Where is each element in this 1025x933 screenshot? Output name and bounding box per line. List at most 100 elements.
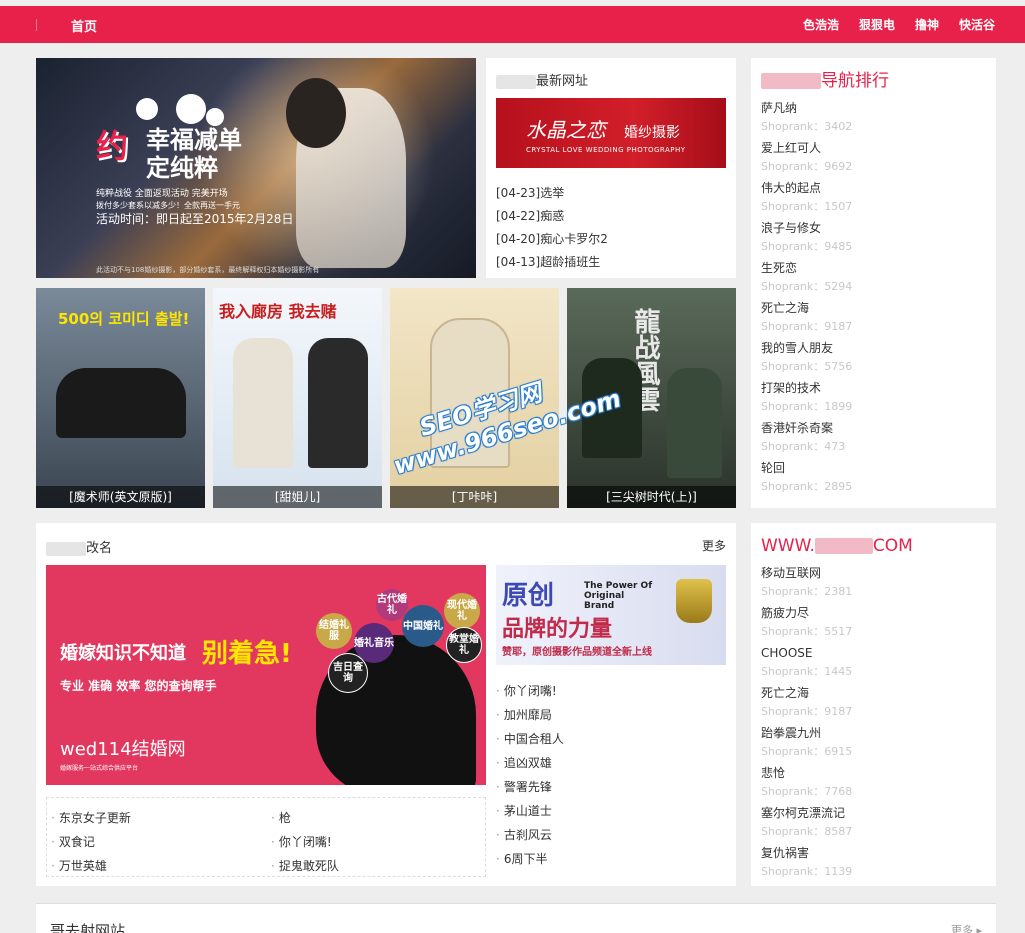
- movie-poster[interactable]: 500의 코미디 출발! [魔术师(英文原版)]: [36, 288, 205, 508]
- banner-logo: 水晶之恋: [526, 118, 606, 142]
- poster-text: 我入廊房 我去赌: [219, 302, 337, 321]
- hero-title-line2: 定纯粹: [146, 154, 218, 182]
- nav-link[interactable]: 撸神: [915, 16, 939, 33]
- hero-title-yue: 约: [96, 127, 129, 165]
- more-link[interactable]: 更多: [702, 537, 726, 554]
- list-column: · 东京女子更新 · 双食记 · 万世英雄: [51, 806, 131, 878]
- list-item[interactable]: · 东京女子更新: [51, 806, 131, 830]
- news-item[interactable]: [04-22]痴惑: [496, 205, 726, 228]
- section-title: 哥去射网站: [50, 922, 126, 933]
- list-item[interactable]: · 你丫闭嘴!: [271, 830, 339, 854]
- panel-title-suffix: COM: [872, 536, 913, 556]
- rank-item-score: Shoprank：9187: [761, 320, 853, 333]
- rank-item-name[interactable]: CHOOSE: [761, 643, 986, 663]
- hero-footnote: 此活动不与108婚纱摄影，部分婚纱套系，最终解释权归本婚纱摄影所有: [96, 266, 320, 274]
- rank-item: 我的雪人朋友 Shoprank：5756: [761, 338, 986, 378]
- rank-item: CHOOSE Shoprank：1445: [761, 643, 986, 683]
- panel-title-text: 导航排行: [821, 71, 889, 91]
- rank-item: 跆拳震九州 Shoprank：6915: [761, 723, 986, 763]
- hero-bubble: [176, 94, 206, 124]
- poster-figure: [308, 338, 368, 468]
- rank-item-name[interactable]: 复仇祸害: [761, 843, 986, 863]
- rank-item-name[interactable]: 筋疲力尽: [761, 603, 986, 623]
- rank-item-score: Shoprank：6915: [761, 745, 853, 758]
- rank-item-name[interactable]: 轮回: [761, 458, 986, 478]
- nav-separator: [36, 19, 37, 31]
- news-item[interactable]: [04-20]痴心卡罗尔2: [496, 228, 726, 251]
- hero-banner[interactable]: 约 幸福减单 定纯粹 纯粹战役 全面返现活动 完美开场 拨付多少套系以减多少！全…: [36, 58, 476, 278]
- rank-item-name[interactable]: 萨凡纳: [761, 98, 986, 118]
- rank-item-score: Shoprank：5294: [761, 280, 853, 293]
- rank-item-name[interactable]: 跆拳震九州: [761, 723, 986, 743]
- list-item[interactable]: · 古刹风云: [496, 823, 564, 847]
- rank-item-score: Shoprank：9187: [761, 705, 853, 718]
- list-item[interactable]: · 枪: [271, 806, 339, 830]
- ad-logo: wed114结婚网 婚嫁服务一站式综合供应平台: [60, 735, 186, 772]
- nav-rank-panel: 导航排行 萨凡纳 Shoprank：3402 爱上红可人 Shoprank：9692…: [751, 58, 996, 508]
- poster-figure: [667, 368, 722, 478]
- wedding-photo-banner[interactable]: 水晶之恋 婚纱摄影 CRYSTAL LOVE WEDDING PHOTOGRAP…: [496, 98, 726, 168]
- nav-link[interactable]: 快活谷: [959, 16, 995, 33]
- rank-item-score: Shoprank：1139: [761, 865, 853, 878]
- ad-subtitle: 品牌的力量: [502, 617, 613, 642]
- latest-url-panel: 最新网址 水晶之恋 婚纱摄影 CRYSTAL LOVE WEDDING PHOT…: [486, 58, 736, 278]
- rank-item-name[interactable]: 塞尔柯克漂流记: [761, 803, 986, 823]
- nav-link[interactable]: 狠狠电: [859, 16, 895, 33]
- rank-item-name[interactable]: 我的雪人朋友: [761, 338, 986, 358]
- list-column: · 枪 · 你丫闭嘴! · 捉鬼敢死队: [271, 806, 339, 878]
- rank-item-score: Shoprank：5756: [761, 360, 853, 373]
- list-item[interactable]: · 加州靡局: [496, 703, 564, 727]
- list-item[interactable]: · 双食记: [51, 830, 131, 854]
- redacted-text: [814, 538, 873, 554]
- rank-item-name[interactable]: 爱上红可人: [761, 138, 986, 158]
- list-item[interactable]: · 追凶双雄: [496, 751, 564, 775]
- nav-home-link[interactable]: 首页: [71, 16, 97, 35]
- news-item[interactable]: [04-13]超龄插班生: [496, 251, 726, 274]
- list-item[interactable]: · 6周下半: [496, 847, 564, 871]
- poster-caption: [三尖树时代(上)]: [567, 486, 736, 508]
- news-item[interactable]: [04-23]选举: [496, 182, 726, 205]
- hero-subtitle: 纯粹战役 全面返现活动 完美开场: [96, 189, 228, 199]
- topic-bubble: 吉日查询: [328, 653, 368, 693]
- movie-poster[interactable]: 我入廊房 我去赌 [甜姐儿]: [213, 288, 382, 508]
- poster-figure: [233, 338, 293, 468]
- rank-item: 浪子与修女 Shoprank：9485: [761, 218, 986, 258]
- rank-item: 香港奸杀奇案 Shoprank：473: [761, 418, 986, 458]
- wedding-knowledge-ad[interactable]: 婚嫁知识不知道 别着急! 专业 准确 效率 您的查询帮手 wed114结婚网 婚…: [46, 565, 486, 785]
- rank-item-score: Shoprank：473: [761, 440, 846, 453]
- rank-item-name[interactable]: 打架的技术: [761, 378, 986, 398]
- list-item[interactable]: · 万世英雄: [51, 854, 131, 878]
- list-item[interactable]: · 你丫闭嘴!: [496, 679, 564, 703]
- more-link[interactable]: 更多 ▸: [951, 922, 982, 933]
- nav-link[interactable]: 色浩浩: [803, 16, 839, 33]
- rank-item-name[interactable]: 移动互联网: [761, 563, 986, 583]
- rank-item: 筋疲力尽 Shoprank：5517: [761, 603, 986, 643]
- rank-item-name[interactable]: 死亡之海: [761, 683, 986, 703]
- original-brand-ad[interactable]: 原创 The Power Of Original Brand 品牌的力量 赞耶，…: [496, 565, 726, 665]
- panel-title: WWW. COM: [761, 535, 986, 563]
- rank-item: 死亡之海 Shoprank：9187: [761, 298, 986, 338]
- panel-title-prefix: WWW.: [761, 536, 815, 556]
- rank-item-name[interactable]: 死亡之海: [761, 298, 986, 318]
- rank-item-name[interactable]: 悲怆: [761, 763, 986, 783]
- rank-item-score: Shoprank：8587: [761, 825, 853, 838]
- list-item[interactable]: · 茅山道士: [496, 799, 564, 823]
- ad-logo-subtext: 婚嫁服务一站式综合供应平台: [60, 765, 139, 772]
- rank-item-score: Shoprank：9485: [761, 240, 853, 253]
- rank-item-name[interactable]: 香港奸杀奇案: [761, 418, 986, 438]
- ad-headline-highlight: 别着急!: [202, 639, 292, 669]
- list-item[interactable]: · 捉鬼敢死队: [271, 854, 339, 878]
- hero-bubble: [136, 98, 158, 120]
- rank-item-score: Shoprank：2895: [761, 480, 853, 493]
- list-item[interactable]: · 警署先锋: [496, 775, 564, 799]
- rank-item-name[interactable]: 浪子与修女: [761, 218, 986, 238]
- rank-item-score: Shoprank：9692: [761, 160, 853, 173]
- rank-item-name[interactable]: 生死恋: [761, 258, 986, 278]
- top-nav-bar: 首页 色浩浩 狠狠电 撸神 快活谷: [0, 6, 1025, 43]
- poster-caption: [丁咔咔]: [390, 486, 559, 508]
- panel-title: 导航排行: [761, 70, 986, 98]
- list-item[interactable]: · 中国合租人: [496, 727, 564, 751]
- section-title: 改名: [46, 537, 112, 556]
- rank-item-name[interactable]: 伟大的起点: [761, 178, 986, 198]
- rank-item-score: Shoprank：2381: [761, 585, 853, 598]
